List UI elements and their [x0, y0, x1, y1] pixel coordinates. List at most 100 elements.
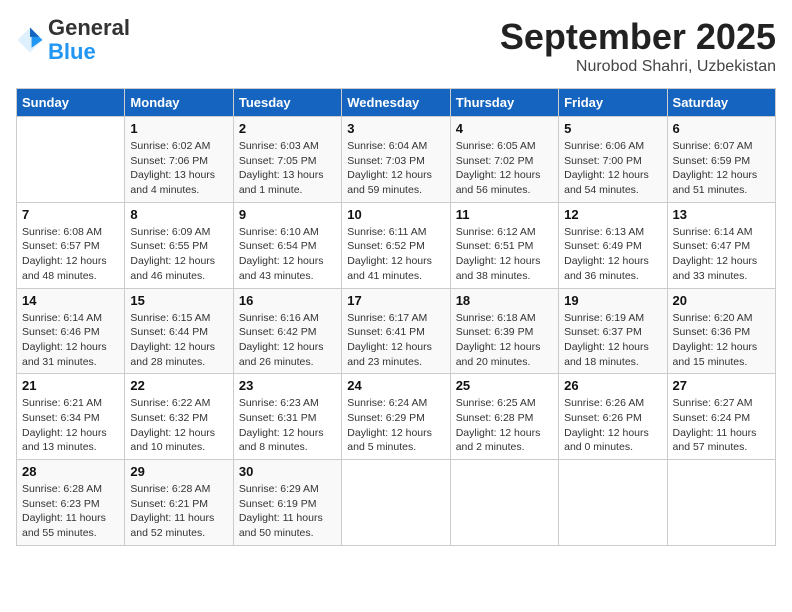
day-info: Sunrise: 6:22 AM Sunset: 6:32 PM Dayligh… — [130, 396, 227, 455]
calendar-cell: 23Sunrise: 6:23 AM Sunset: 6:31 PM Dayli… — [233, 374, 341, 460]
day-info: Sunrise: 6:26 AM Sunset: 6:26 PM Dayligh… — [564, 396, 661, 455]
day-info: Sunrise: 6:07 AM Sunset: 6:59 PM Dayligh… — [673, 139, 770, 198]
day-info: Sunrise: 6:25 AM Sunset: 6:28 PM Dayligh… — [456, 396, 553, 455]
day-info: Sunrise: 6:11 AM Sunset: 6:52 PM Dayligh… — [347, 225, 444, 284]
calendar-cell: 27 Sunrise: 6:27 AM Sunset: 6:24 PM Dayli… — [667, 374, 775, 460]
calendar-cell: 12 Sunrise: 6:13 AM Sunset: 6:49 PM Dayli… — [559, 202, 667, 288]
calendar-cell: 2 Sunrise: 6:03 AM Sunset: 7:05 PM Daylig… — [233, 117, 341, 203]
calendar-cell: 16 Sunrise: 6:16 AM Sunset: 6:42 PM Dayli… — [233, 288, 341, 374]
day-info: Sunrise: 6:05 AM Sunset: 7:02 PM Dayligh… — [456, 139, 553, 198]
day-info: Sunrise: 6:10 AM Sunset: 6:54 PM Dayligh… — [239, 225, 336, 284]
title-area: September 2025 Nurobod Shahri, Uzbekista… — [500, 16, 776, 76]
logo-general-text: General — [48, 15, 130, 40]
day-number: 11 — [456, 207, 553, 222]
day-info: Sunrise: 6:24 AM Sunset: 6:29 PM Dayligh… — [347, 396, 444, 455]
logo: General Blue — [16, 16, 130, 64]
day-info: Sunrise: 6:19 AM Sunset: 6:37 PM Dayligh… — [564, 311, 661, 370]
day-info: Sunrise: 6:03 AM Sunset: 7:05 PM Dayligh… — [239, 139, 336, 198]
day-number: 2 — [239, 121, 336, 136]
calendar-cell: 11 Sunrise: 6:12 AM Sunset: 6:51 PM Dayli… — [450, 202, 558, 288]
calendar-cell: 28 Sunrise: 6:28 AM Sunset: 6:23 PM Dayli… — [17, 460, 125, 546]
calendar-cell: 14 Sunrise: 6:14 AM Sunset: 6:46 PM Dayli… — [17, 288, 125, 374]
day-number: 6 — [673, 121, 770, 136]
calendar-cell: 15Sunrise: 6:15 AM Sunset: 6:44 PM Dayli… — [125, 288, 233, 374]
col-header-sunday: Sunday — [17, 89, 125, 117]
day-number: 3 — [347, 121, 444, 136]
day-info: Sunrise: 6:14 AM Sunset: 6:46 PM Dayligh… — [22, 311, 119, 370]
calendar-cell: 10Sunrise: 6:11 AM Sunset: 6:52 PM Dayli… — [342, 202, 450, 288]
calendar-header-row: SundayMondayTuesdayWednesdayThursdayFrid… — [17, 89, 776, 117]
day-number: 13 — [673, 207, 770, 222]
day-info: Sunrise: 6:21 AM Sunset: 6:34 PM Dayligh… — [22, 396, 119, 455]
day-number: 9 — [239, 207, 336, 222]
month-title: September 2025 — [500, 16, 776, 58]
col-header-wednesday: Wednesday — [342, 89, 450, 117]
calendar-cell: 5 Sunrise: 6:06 AM Sunset: 7:00 PM Daylig… — [559, 117, 667, 203]
calendar-cell — [342, 460, 450, 546]
day-info: Sunrise: 6:23 AM Sunset: 6:31 PM Dayligh… — [239, 396, 336, 455]
day-number: 28 — [22, 464, 119, 479]
day-info: Sunrise: 6:27 AM Sunset: 6:24 PM Dayligh… — [673, 396, 770, 455]
day-info: Sunrise: 6:13 AM Sunset: 6:49 PM Dayligh… — [564, 225, 661, 284]
day-info: Sunrise: 6:02 AM Sunset: 7:06 PM Dayligh… — [130, 139, 227, 198]
col-header-saturday: Saturday — [667, 89, 775, 117]
day-info: Sunrise: 6:28 AM Sunset: 6:23 PM Dayligh… — [22, 482, 119, 541]
day-number: 14 — [22, 293, 119, 308]
calendar-cell: 3Sunrise: 6:04 AM Sunset: 7:03 PM Daylig… — [342, 117, 450, 203]
day-number: 22 — [130, 378, 227, 393]
calendar-cell: 21Sunrise: 6:21 AM Sunset: 6:34 PM Dayli… — [17, 374, 125, 460]
day-number: 5 — [564, 121, 661, 136]
calendar-cell: 30 Sunrise: 6:29 AM Sunset: 6:19 PM Dayli… — [233, 460, 341, 546]
day-info: Sunrise: 6:17 AM Sunset: 6:41 PM Dayligh… — [347, 311, 444, 370]
calendar-cell: 24 Sunrise: 6:24 AM Sunset: 6:29 PM Dayli… — [342, 374, 450, 460]
calendar-week-row: 1 Sunrise: 6:02 AM Sunset: 7:06 PM Daylig… — [17, 117, 776, 203]
calendar-week-row: 7 Sunrise: 6:08 AM Sunset: 6:57 PM Daylig… — [17, 202, 776, 288]
day-number: 24 — [347, 378, 444, 393]
day-number: 30 — [239, 464, 336, 479]
day-info: Sunrise: 6:28 AM Sunset: 6:21 PM Dayligh… — [130, 482, 227, 541]
calendar-cell: 29 Sunrise: 6:28 AM Sunset: 6:21 PM Dayli… — [125, 460, 233, 546]
calendar-cell: 22 Sunrise: 6:22 AM Sunset: 6:32 PM Dayli… — [125, 374, 233, 460]
day-number: 16 — [239, 293, 336, 308]
day-number: 27 — [673, 378, 770, 393]
day-number: 8 — [130, 207, 227, 222]
calendar-cell: 8 Sunrise: 6:09 AM Sunset: 6:55 PM Daylig… — [125, 202, 233, 288]
col-header-thursday: Thursday — [450, 89, 558, 117]
calendar-cell: 4Sunrise: 6:05 AM Sunset: 7:02 PM Daylig… — [450, 117, 558, 203]
day-info: Sunrise: 6:16 AM Sunset: 6:42 PM Dayligh… — [239, 311, 336, 370]
calendar-cell — [450, 460, 558, 546]
calendar-cell: 25 Sunrise: 6:25 AM Sunset: 6:28 PM Dayli… — [450, 374, 558, 460]
calendar-cell: 19Sunrise: 6:19 AM Sunset: 6:37 PM Dayli… — [559, 288, 667, 374]
day-info: Sunrise: 6:15 AM Sunset: 6:44 PM Dayligh… — [130, 311, 227, 370]
calendar-week-row: 21Sunrise: 6:21 AM Sunset: 6:34 PM Dayli… — [17, 374, 776, 460]
day-number: 26 — [564, 378, 661, 393]
calendar-cell — [667, 460, 775, 546]
calendar-cell: 18 Sunrise: 6:18 AM Sunset: 6:39 PM Dayli… — [450, 288, 558, 374]
calendar-cell: 1 Sunrise: 6:02 AM Sunset: 7:06 PM Daylig… — [125, 117, 233, 203]
calendar-cell: 17Sunrise: 6:17 AM Sunset: 6:41 PM Dayli… — [342, 288, 450, 374]
day-number: 7 — [22, 207, 119, 222]
calendar-cell: 26 Sunrise: 6:26 AM Sunset: 6:26 PM Dayli… — [559, 374, 667, 460]
day-info: Sunrise: 6:18 AM Sunset: 6:39 PM Dayligh… — [456, 311, 553, 370]
day-number: 1 — [130, 121, 227, 136]
day-info: Sunrise: 6:06 AM Sunset: 7:00 PM Dayligh… — [564, 139, 661, 198]
calendar-week-row: 14 Sunrise: 6:14 AM Sunset: 6:46 PM Dayli… — [17, 288, 776, 374]
calendar-week-row: 28 Sunrise: 6:28 AM Sunset: 6:23 PM Dayli… — [17, 460, 776, 546]
day-number: 25 — [456, 378, 553, 393]
day-info: Sunrise: 6:14 AM Sunset: 6:47 PM Dayligh… — [673, 225, 770, 284]
day-info: Sunrise: 6:12 AM Sunset: 6:51 PM Dayligh… — [456, 225, 553, 284]
day-info: Sunrise: 6:29 AM Sunset: 6:19 PM Dayligh… — [239, 482, 336, 541]
calendar-table: SundayMondayTuesdayWednesdayThursdayFrid… — [16, 88, 776, 546]
col-header-friday: Friday — [559, 89, 667, 117]
logo-blue-text: Blue — [48, 39, 96, 64]
day-number: 29 — [130, 464, 227, 479]
calendar-cell: 9 Sunrise: 6:10 AM Sunset: 6:54 PM Daylig… — [233, 202, 341, 288]
header: General Blue September 2025 Nurobod Shah… — [16, 16, 776, 76]
col-header-tuesday: Tuesday — [233, 89, 341, 117]
day-info: Sunrise: 6:08 AM Sunset: 6:57 PM Dayligh… — [22, 225, 119, 284]
day-info: Sunrise: 6:20 AM Sunset: 6:36 PM Dayligh… — [673, 311, 770, 370]
day-number: 12 — [564, 207, 661, 222]
day-info: Sunrise: 6:09 AM Sunset: 6:55 PM Dayligh… — [130, 225, 227, 284]
calendar-cell: 20Sunrise: 6:20 AM Sunset: 6:36 PM Dayli… — [667, 288, 775, 374]
day-number: 18 — [456, 293, 553, 308]
